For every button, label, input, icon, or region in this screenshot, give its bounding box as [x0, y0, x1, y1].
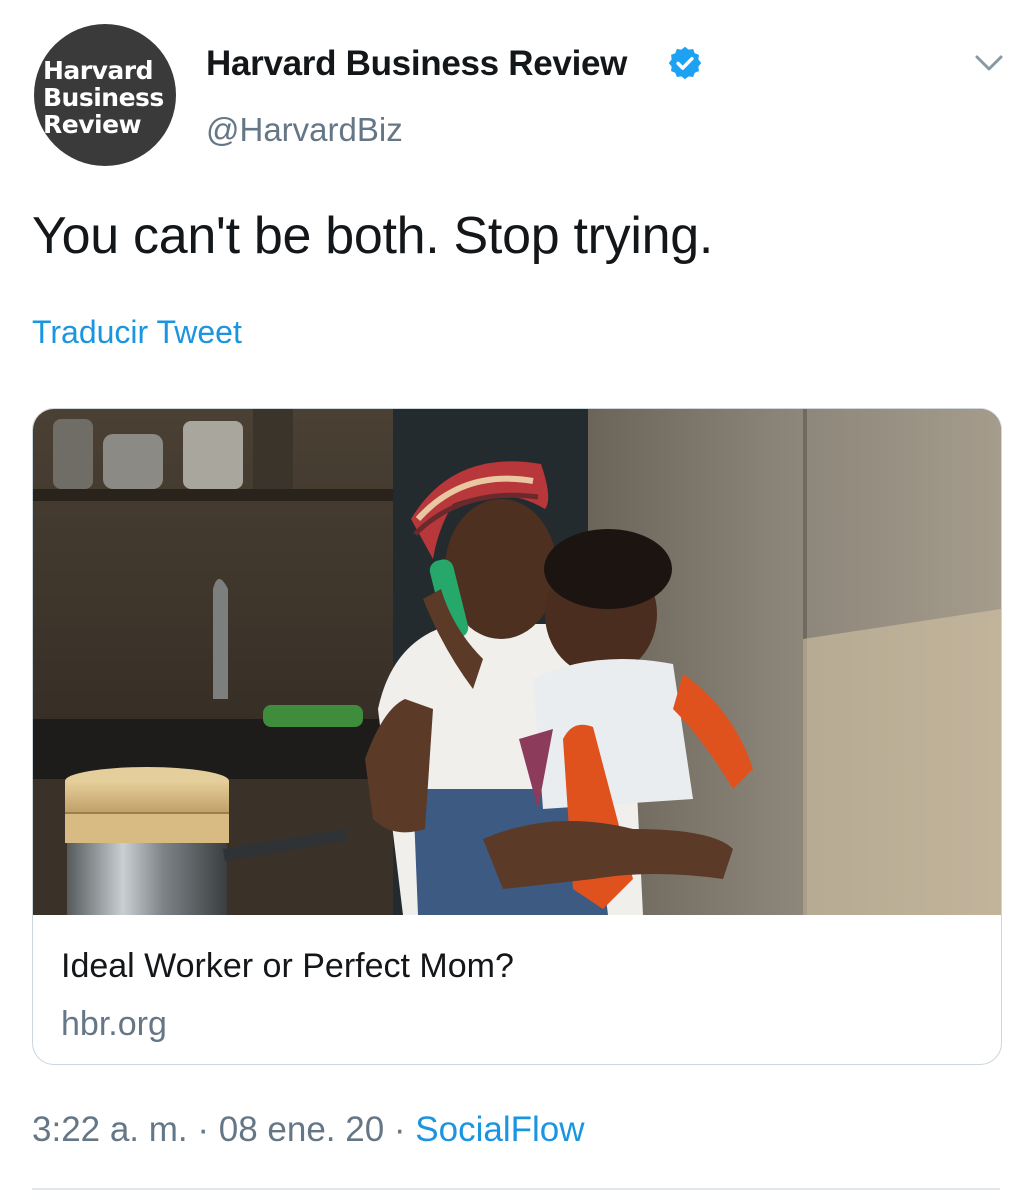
author-avatar[interactable]: Harvard Business Review	[34, 24, 176, 166]
author-handle[interactable]: @HarvardBiz	[206, 111, 403, 149]
meta-separator-1: ·	[187, 1110, 219, 1149]
meta-separator-2: ·	[384, 1110, 416, 1149]
author-display-name[interactable]: Harvard Business Review	[206, 44, 627, 84]
tweet-date[interactable]: 08 ene. 20	[219, 1110, 384, 1149]
avatar-line-2: Business	[43, 83, 164, 112]
avatar-line-1: Harvard	[43, 56, 154, 85]
link-preview-card[interactable]: Ideal Worker or Perfect Mom? hbr.org	[32, 408, 1002, 1065]
tweet-text: You can't be both. Stop trying.	[32, 207, 713, 265]
translate-tweet-link[interactable]: Traducir Tweet	[32, 314, 242, 351]
tweet-source-link[interactable]: SocialFlow	[415, 1110, 584, 1149]
divider	[32, 1188, 1000, 1190]
chevron-down-icon[interactable]	[971, 50, 1007, 76]
photo-woman-on-phone-holding-baby-icon	[33, 409, 1001, 915]
avatar-line-3: Review	[43, 110, 142, 139]
tweet-time[interactable]: 3:22 a. m.	[32, 1110, 188, 1149]
card-domain: hbr.org	[61, 1005, 167, 1043]
verified-badge-icon	[668, 46, 702, 80]
tweet-metadata: 3:22 a. m. · 08 ene. 20 · SocialFlow	[32, 1110, 585, 1150]
card-title[interactable]: Ideal Worker or Perfect Mom?	[61, 947, 514, 986]
avatar-logo-text: Harvard Business Review	[43, 57, 164, 138]
